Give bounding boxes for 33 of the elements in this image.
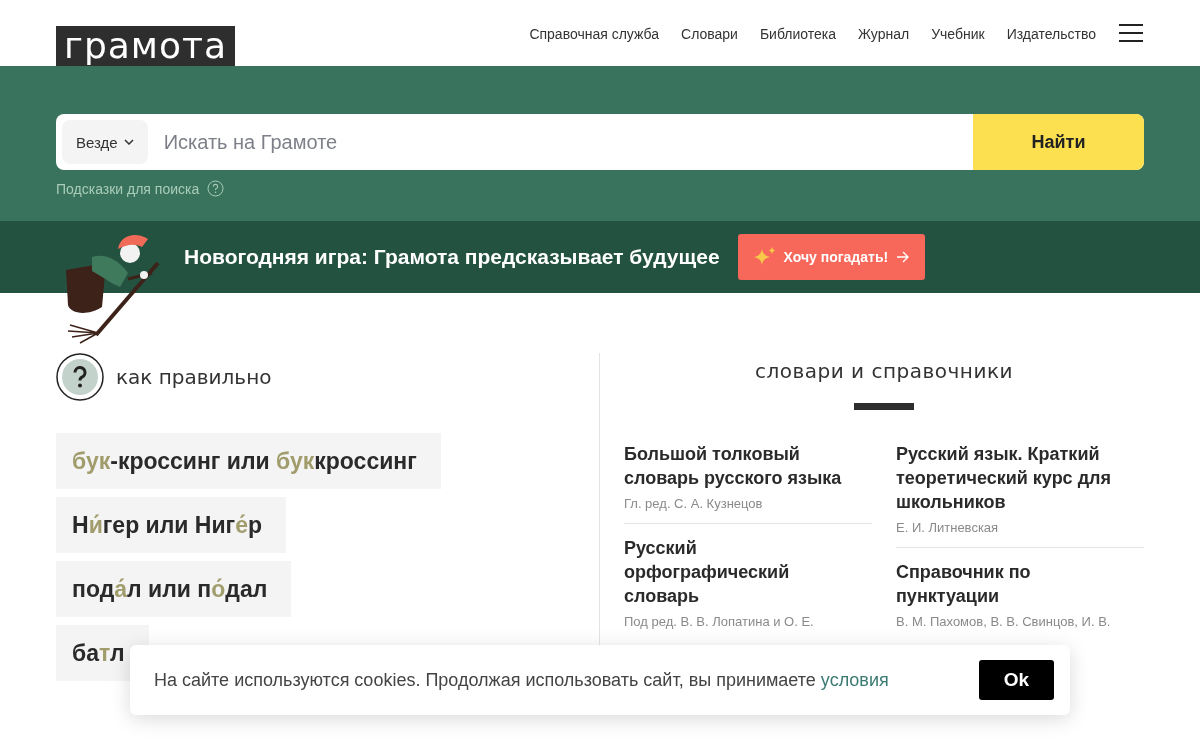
dictionary-author: Е. И. Литневская	[896, 520, 1000, 535]
search-button[interactable]: Найти	[973, 114, 1144, 170]
question-card[interactable]: бук-кроссинг или буккроссинг	[56, 433, 441, 489]
dictionary-link[interactable]: Русский орфографический словарь	[624, 536, 858, 608]
scope-dropdown[interactable]: Везде	[62, 120, 148, 164]
dictionary-link[interactable]: Русский язык. Краткий теоретический курс для школьников	[896, 442, 1130, 514]
dictionary-author: В. М. Пахомов, В. В. Свинцов, И. В.	[896, 614, 1112, 629]
question-card[interactable]: пода́л или по́дал	[56, 561, 292, 617]
arrow-right-icon	[896, 251, 910, 263]
cookie-message: На сайте используются cookies. Продолжая использовать сайт, вы принимаете условия	[154, 669, 889, 691]
nav-link[interactable]: Словари	[681, 26, 738, 42]
title-underline	[854, 403, 914, 410]
question-icon	[56, 353, 104, 401]
nav-link[interactable]: Учебник	[931, 26, 985, 42]
ok-button[interactable]: Ok	[979, 660, 1054, 700]
promo-title: Новогодняя игра: Грамота предсказывает будущее	[184, 245, 720, 269]
section-title: словари и справочники	[754, 359, 1014, 383]
dictionary-author: Под ред. В. В. Лопатина и О. Е.	[624, 614, 815, 629]
nav-link[interactable]: Библиотека	[759, 26, 837, 42]
caret-icon	[123, 139, 134, 145]
help-icon[interactable]	[207, 180, 225, 197]
nav-link[interactable]: Издательство	[1006, 26, 1096, 42]
dictionary-link[interactable]: Справочник по пунктуации	[896, 560, 1130, 608]
dictionary-link[interactable]: Большой толковый словарь русского языка	[624, 442, 858, 490]
nav-link[interactable]: Журнал	[858, 26, 910, 42]
terms-link[interactable]: условия	[820, 669, 889, 690]
menu-icon[interactable]	[1118, 23, 1144, 43]
section-title: как правильно	[116, 365, 272, 389]
logo[interactable]: грамота	[56, 26, 236, 66]
question-card[interactable]: Ни́гер или Ниге́р	[56, 497, 287, 553]
nav-link[interactable]: Справочная служба	[529, 26, 659, 42]
search-bar[interactable]: Везде Искать на Грамоте Найти	[56, 114, 1144, 170]
dictionary-author: Гл. ред. С. А. Кузнецов	[624, 496, 764, 511]
